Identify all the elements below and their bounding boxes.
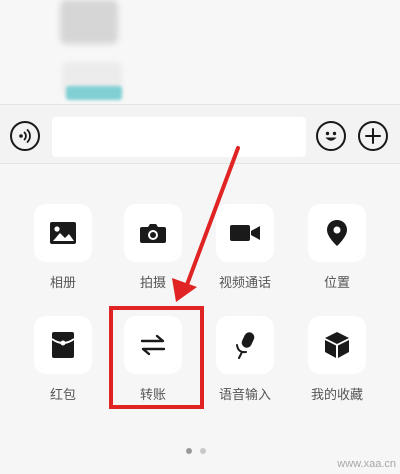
location-tile[interactable] xyxy=(308,204,366,262)
voice-button[interactable] xyxy=(10,121,40,151)
red-packet-label: 红包 xyxy=(49,387,76,402)
favorites-label: 我的收藏 xyxy=(310,387,363,402)
location-label: 位置 xyxy=(323,275,350,290)
video-call-label: 视频通话 xyxy=(218,275,271,290)
voice-input-tile[interactable] xyxy=(216,316,274,374)
voice-wave-icon xyxy=(19,129,31,143)
plus-circle-icon xyxy=(365,128,381,144)
function-camera[interactable]: 拍摄 xyxy=(118,204,188,291)
blurred-message-highlight xyxy=(66,86,122,100)
red-packet-tile[interactable] xyxy=(34,316,92,374)
function-red-packet[interactable]: 红包 xyxy=(28,316,98,403)
more-functions-button[interactable] xyxy=(358,121,388,151)
page-dot-2[interactable] xyxy=(200,448,206,454)
watermark: www.xaa.cn xyxy=(337,458,396,470)
message-input[interactable] xyxy=(52,117,306,157)
page-indicator xyxy=(186,448,206,454)
camera-icon xyxy=(140,224,166,243)
function-voice-input[interactable]: 语音输入 xyxy=(210,316,280,403)
highlight-box xyxy=(109,306,204,409)
smiley-face-icon xyxy=(325,131,337,141)
favorites-tile[interactable] xyxy=(308,316,366,374)
chat-history-area xyxy=(0,0,400,104)
video-call-tile[interactable] xyxy=(216,204,274,262)
album-tile[interactable] xyxy=(34,204,92,262)
camera-label: 拍摄 xyxy=(139,275,166,290)
voice-input-label: 语音输入 xyxy=(218,387,271,402)
blurred-avatar xyxy=(60,0,118,44)
microphone-icon xyxy=(236,332,255,359)
function-location[interactable]: 位置 xyxy=(302,204,372,291)
album-label: 相册 xyxy=(49,275,76,290)
photo-album-icon xyxy=(50,222,76,244)
location-pin-icon xyxy=(327,220,347,246)
function-album[interactable]: 相册 xyxy=(28,204,98,291)
chat-input-bar xyxy=(0,104,400,164)
page-dot-1[interactable] xyxy=(186,448,192,454)
function-favorites[interactable]: 我的收藏 xyxy=(302,316,372,403)
red-packet-icon xyxy=(51,332,75,358)
video-camera-icon xyxy=(230,225,260,241)
camera-tile[interactable] xyxy=(124,204,182,262)
favorites-cube-icon xyxy=(325,332,349,358)
function-video-call[interactable]: 视频通话 xyxy=(210,204,280,291)
emoji-button[interactable] xyxy=(316,121,346,151)
